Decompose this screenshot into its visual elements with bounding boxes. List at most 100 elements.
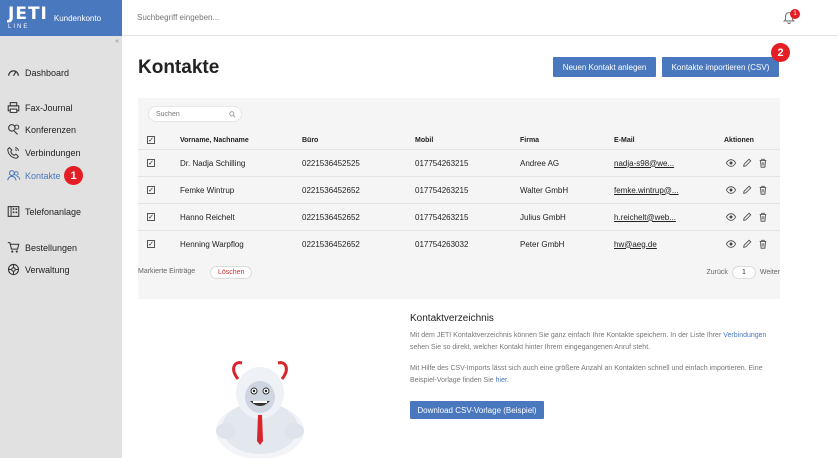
header-name[interactable]: Vorname, Nachname: [180, 130, 249, 150]
cell-email-link[interactable]: femke.wintrup@...: [614, 177, 679, 203]
import-csv-button[interactable]: Kontakte importieren (CSV): [662, 57, 779, 77]
table-search-input[interactable]: [156, 110, 228, 118]
directory-text-2: sehen Sie so direkt, welcher Kontakt hin…: [410, 344, 651, 351]
directory-title: Kontaktverzeichnis: [410, 313, 494, 324]
row-checkbox[interactable]: ✓: [147, 186, 155, 194]
search-icon: [229, 111, 236, 118]
example-template-link[interactable]: hier: [496, 377, 507, 384]
table-search[interactable]: [148, 106, 242, 122]
header-office[interactable]: Büro: [302, 130, 318, 150]
cell-email-link[interactable]: nadja-s98@we...: [614, 150, 674, 176]
notification-count-badge: 1: [790, 9, 800, 19]
directory-text-1: Mit dem JETI Kontaktverzeichnis können S…: [410, 332, 722, 339]
table-footer: Markierte Einträge Löschen Zurück 1 Weit…: [138, 266, 780, 282]
row-checkbox[interactable]: ✓: [147, 159, 155, 167]
sidebar: JETI LINE Kundenkonto « Dashboard Fax-Jo…: [0, 0, 122, 458]
table-row[interactable]: ✓ Henning Warpflog 0221536452652 0177542…: [138, 230, 780, 257]
download-csv-template-button[interactable]: Download CSV-Vorlage (Beispiel): [410, 401, 544, 419]
sidebar-item-kontakte[interactable]: Kontakte: [7, 169, 61, 182]
view-eye-icon[interactable]: [726, 239, 736, 249]
brand-subtitle: Kundenkonto: [53, 13, 102, 23]
cell-mobile: 017754263215: [415, 185, 469, 195]
cell-company: Julius GmbH: [520, 212, 566, 222]
edit-pencil-icon[interactable]: [742, 158, 752, 168]
sidebar-item-dashboard[interactable]: Dashboard: [7, 66, 69, 79]
printer-icon: [7, 102, 20, 113]
select-all-checkbox[interactable]: ✓: [147, 136, 155, 144]
sidebar-item-label: Dashboard: [25, 67, 70, 78]
contacts-icon: [7, 170, 20, 181]
csv-text-1: Mit Hilfe des CSV-Imports lässt sich auc…: [410, 365, 747, 372]
sidebar-item-telefonanlage[interactable]: Telefonanlage: [7, 205, 81, 218]
header-mobile[interactable]: Mobil: [415, 130, 433, 150]
collapse-sidebar-icon[interactable]: «: [115, 38, 119, 45]
table-row[interactable]: ✓ Femke Wintrup 0221536452652 0177542632…: [138, 176, 780, 203]
delete-trash-icon[interactable]: [758, 185, 768, 195]
cell-name: Dr. Nadja Schilling: [180, 158, 246, 168]
cell-email-link[interactable]: h.reichelt@web...: [614, 204, 676, 230]
pagination: Zurück 1 Weiter: [706, 266, 780, 279]
view-eye-icon[interactable]: [726, 158, 736, 168]
sidebar-item-label: Kontakte: [25, 170, 61, 181]
edit-pencil-icon[interactable]: [742, 239, 752, 249]
marked-entries-label: Markierte Einträge: [138, 268, 196, 275]
row-actions: [726, 231, 768, 257]
gauge-icon: [8, 70, 19, 77]
delete-trash-icon[interactable]: [758, 239, 768, 249]
sidebar-item-label: Konferenzen: [25, 124, 77, 135]
annotation-badge-1: 1: [64, 166, 83, 185]
row-actions: [726, 150, 768, 176]
cell-company: Walter GmbH: [520, 185, 569, 195]
cell-mobile: 017754263032: [415, 239, 469, 249]
edit-pencil-icon[interactable]: [742, 185, 752, 195]
sidebar-item-fax-journal[interactable]: Fax-Journal: [7, 101, 73, 114]
cell-name: Hanno Reichelt: [180, 212, 235, 222]
yeti-mascot-illustration: [216, 361, 304, 458]
gear-icon: [7, 263, 20, 276]
table-row[interactable]: ✓ Dr. Nadja Schilling 0221536452525 0177…: [138, 149, 780, 176]
edit-pencil-icon[interactable]: [742, 212, 752, 222]
delete-trash-icon[interactable]: [758, 158, 768, 168]
header-company[interactable]: Firma: [520, 130, 539, 150]
directory-description: Mit dem JETI Kontaktverzeichnis können S…: [410, 330, 780, 354]
row-checkbox[interactable]: ✓: [147, 213, 155, 221]
cell-mobile: 017754263215: [415, 212, 469, 222]
cell-name: Femke Wintrup: [180, 185, 235, 195]
csv-text-3: .: [506, 377, 509, 384]
header-email[interactable]: E-Mail: [614, 130, 635, 150]
cell-name: Henning Warpflog: [180, 239, 244, 249]
global-search-input[interactable]: [137, 13, 437, 22]
next-page-link[interactable]: Weiter: [760, 269, 780, 276]
csv-import-description: Mit Hilfe des CSV-Imports lässt sich auc…: [410, 363, 780, 387]
main-content: Kontakte Neuen Kontakt anlegen Kontakte …: [122, 37, 838, 458]
cell-email-link[interactable]: hw@aeg.de: [614, 231, 657, 257]
sidebar-item-label: Verwaltung: [25, 264, 70, 275]
row-actions: [726, 204, 768, 230]
phone-icon: [7, 146, 20, 159]
brand-header[interactable]: JETI LINE Kundenkonto: [0, 0, 122, 36]
sidebar-item-verwaltung[interactable]: Verwaltung: [7, 263, 70, 276]
cell-company: Peter GmbH: [520, 239, 565, 249]
row-actions: [726, 177, 768, 203]
view-eye-icon[interactable]: [726, 185, 736, 195]
sidebar-item-verbindungen[interactable]: Verbindungen: [7, 146, 81, 159]
delete-trash-icon[interactable]: [758, 212, 768, 222]
view-eye-icon[interactable]: [726, 212, 736, 222]
page-number[interactable]: 1: [731, 266, 756, 279]
header-actions: Aktionen: [724, 136, 754, 144]
sidebar-item-konferenzen[interactable]: Konferenzen: [7, 123, 76, 136]
cell-office: 0221536452525: [302, 158, 360, 168]
cell-office: 0221536452652: [302, 185, 360, 195]
top-bar: 1: [122, 0, 838, 36]
cart-icon: [7, 242, 20, 253]
connections-link[interactable]: Verbindungen: [723, 332, 766, 339]
cell-office: 0221536452652: [302, 239, 360, 249]
new-contact-button[interactable]: Neuen Kontakt anlegen: [553, 57, 656, 77]
row-checkbox[interactable]: ✓: [147, 240, 155, 248]
sidebar-item-label: Fax-Journal: [25, 102, 73, 113]
prev-page-link[interactable]: Zurück: [706, 269, 727, 276]
switchboard-icon: [7, 206, 20, 217]
delete-selected-button[interactable]: Löschen: [210, 266, 253, 279]
table-row[interactable]: ✓ Hanno Reichelt 0221536452652 017754263…: [138, 203, 780, 230]
sidebar-item-bestellungen[interactable]: Bestellungen: [7, 241, 77, 254]
